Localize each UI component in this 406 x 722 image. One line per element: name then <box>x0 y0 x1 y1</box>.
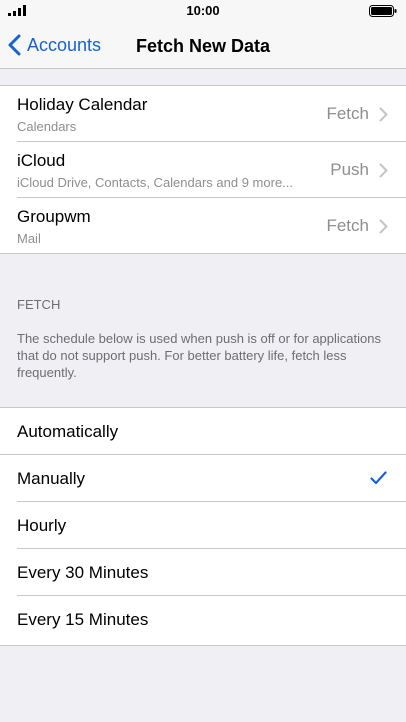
option-label: Every 30 Minutes <box>17 563 149 582</box>
account-title: Groupwm <box>17 207 91 226</box>
option-automatically[interactable]: Automatically <box>0 408 406 455</box>
chevron-right-icon <box>379 107 388 122</box>
accounts-list: Holiday Calendar Calendars Fetch iCloud … <box>0 85 406 254</box>
fetch-schedule-options: Automatically Manually Hourly Every 30 M… <box>0 407 406 646</box>
checkmark-icon <box>370 471 387 485</box>
chevron-right-icon <box>379 219 388 234</box>
account-subtitle: iCloud Drive, Contacts, Calendars and 9 … <box>17 175 294 190</box>
account-fetch-value: Fetch <box>326 104 369 123</box>
status-time: 10:00 <box>186 3 220 18</box>
option-label: Every 15 Minutes <box>17 610 149 629</box>
account-fetch-value: Push <box>330 160 369 179</box>
section-description: The schedule below is used when push is … <box>17 331 381 380</box>
account-subtitle: Mail <box>17 231 41 246</box>
account-fetch-value: Fetch <box>326 216 369 235</box>
account-row-groupwm[interactable]: Groupwm Mail Fetch <box>0 198 406 254</box>
chevron-right-icon <box>379 163 388 178</box>
battery-icon <box>369 5 397 17</box>
option-manually[interactable]: Manually <box>0 455 406 502</box>
account-title: Holiday Calendar <box>17 95 148 114</box>
option-label: Automatically <box>17 422 119 441</box>
status-bar: 10:00 <box>0 0 406 22</box>
option-every-30-minutes[interactable]: Every 30 Minutes <box>0 549 406 596</box>
account-row-holiday-calendar[interactable]: Holiday Calendar Calendars Fetch <box>0 86 406 142</box>
section-header-fetch: FETCH <box>17 297 61 312</box>
page-title: Fetch New Data <box>135 36 271 56</box>
account-subtitle: Calendars <box>17 119 77 134</box>
account-row-icloud[interactable]: iCloud iCloud Drive, Contacts, Calendars… <box>0 142 406 198</box>
account-title: iCloud <box>17 151 66 170</box>
option-label: Manually <box>17 469 86 488</box>
option-label: Hourly <box>17 516 67 535</box>
navigation-bar: Accounts Fetch New Data <box>0 22 406 69</box>
option-hourly[interactable]: Hourly <box>0 502 406 549</box>
option-every-15-minutes[interactable]: Every 15 Minutes <box>0 596 406 643</box>
